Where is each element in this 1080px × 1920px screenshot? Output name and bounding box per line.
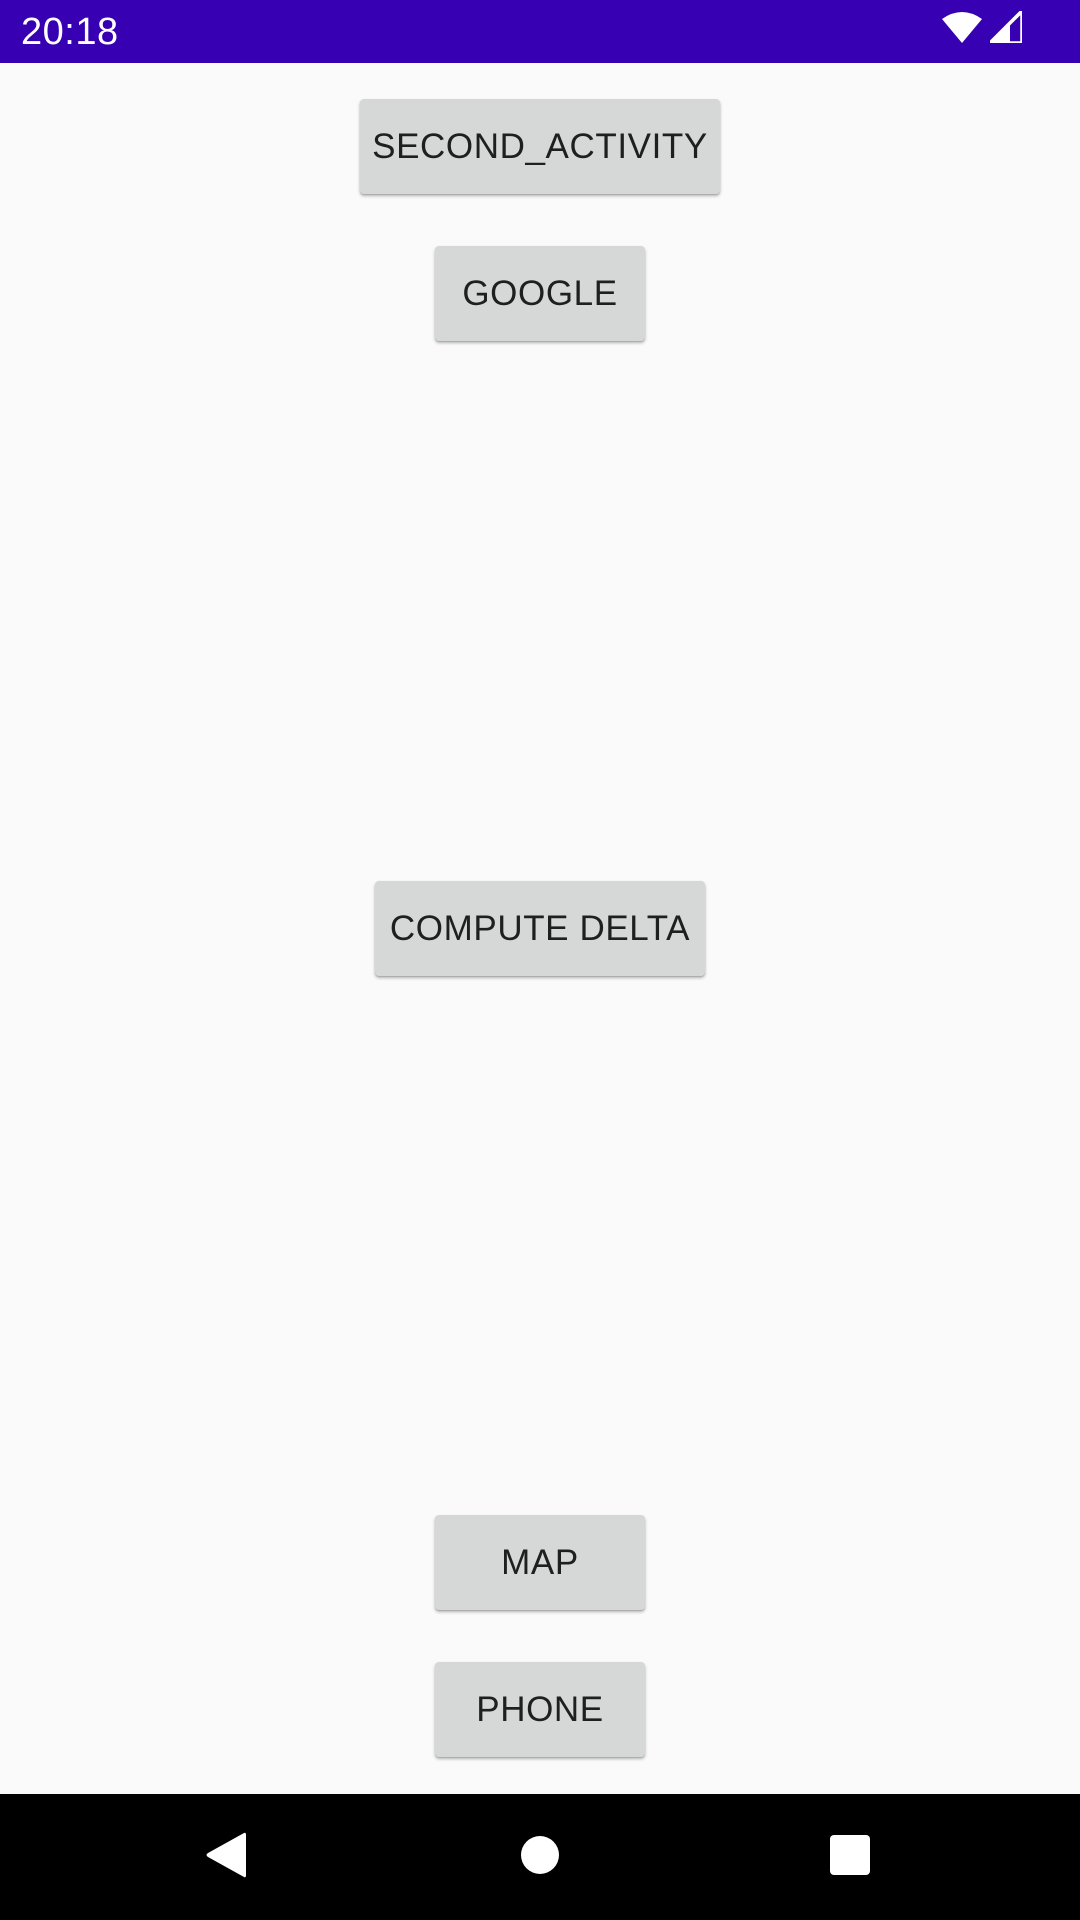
- status-time: 20:18: [21, 11, 119, 53]
- home-icon: [520, 1835, 560, 1880]
- second-activity-button[interactable]: SECOND_ACTIVITY: [360, 99, 720, 194]
- compute-delta-button[interactable]: COMPUTE DELTA: [375, 881, 705, 976]
- google-button[interactable]: GOOGLE: [435, 246, 645, 341]
- main-content: SECOND_ACTIVITY GOOGLE COMPUTE DELTA MAP…: [0, 63, 1080, 1794]
- recents-button[interactable]: [787, 1794, 913, 1920]
- back-icon: [204, 1831, 248, 1884]
- home-button[interactable]: [477, 1794, 603, 1920]
- status-icons: [942, 6, 1024, 48]
- map-button[interactable]: MAP: [435, 1515, 645, 1610]
- recents-icon: [830, 1834, 870, 1880]
- phone-button[interactable]: PHONE: [435, 1662, 645, 1757]
- status-bar: 20:18: [0, 0, 1080, 63]
- back-button[interactable]: [163, 1794, 289, 1920]
- wifi-icon: [942, 11, 982, 48]
- cell-signal-icon: [985, 6, 1024, 48]
- navigation-bar: [0, 1794, 1080, 1920]
- app-screen: 20:18 SECOND_ACTIVITY GOOGLE COMPUTE DEL…: [0, 0, 1080, 1920]
